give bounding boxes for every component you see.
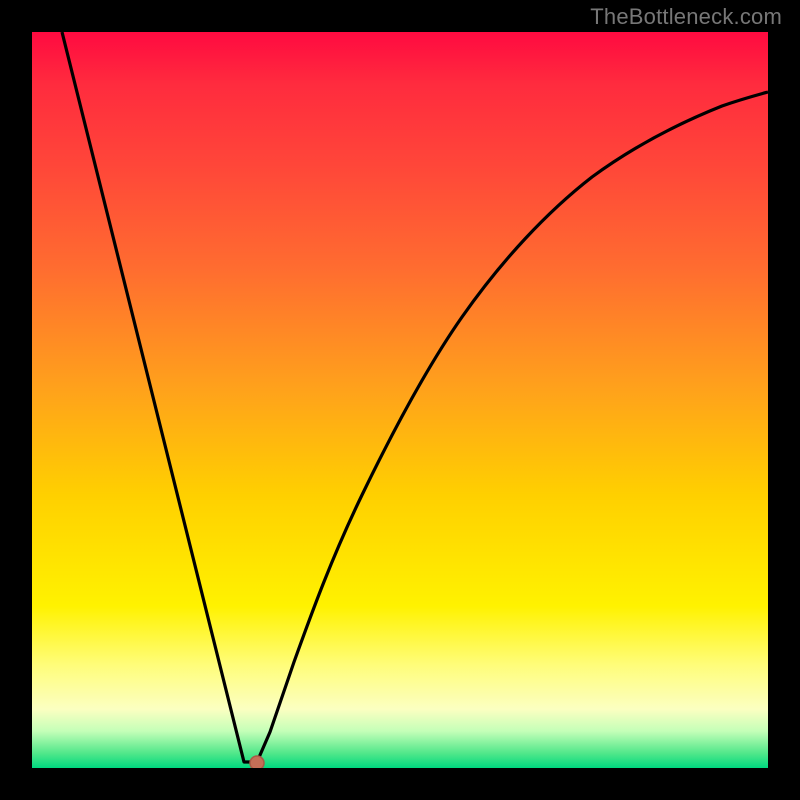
chart-frame: TheBottleneck.com [0, 0, 800, 800]
bottleneck-curve [62, 32, 768, 762]
marker-dot [250, 756, 264, 768]
plot-area [32, 32, 768, 768]
watermark-text: TheBottleneck.com [590, 4, 782, 30]
curve-layer [32, 32, 768, 768]
